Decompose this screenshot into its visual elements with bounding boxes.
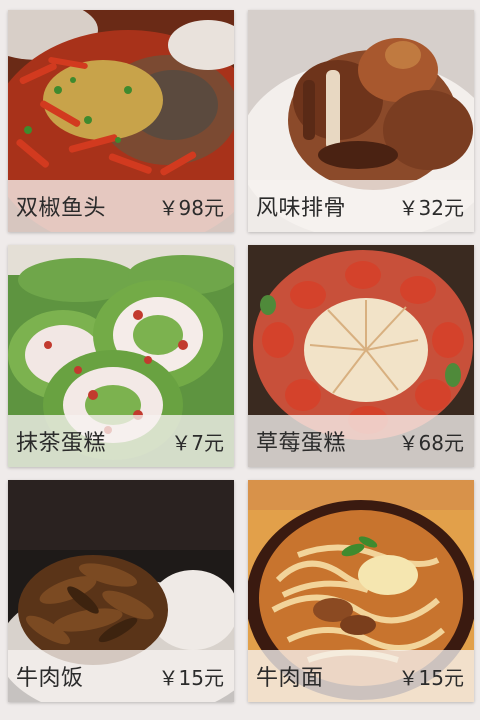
menu-item-price: ￥68元 [398, 430, 464, 455]
menu-item-card[interactable]: 牛肉饭 ￥15元 [8, 480, 234, 702]
menu-item-name: 牛肉面 [256, 666, 324, 691]
menu-item-price: ￥32元 [398, 195, 464, 220]
menu-item-name: 抹茶蛋糕 [16, 431, 107, 456]
menu-item-name: 风味排骨 [256, 196, 347, 221]
menu-item-name: 草莓蛋糕 [256, 431, 347, 456]
menu-item-caption: 草莓蛋糕 ￥68元 [248, 415, 474, 467]
menu-item-caption: 双椒鱼头 ￥98元 [8, 180, 234, 232]
menu-item-caption: 抹茶蛋糕 ￥7元 [8, 415, 234, 467]
menu-grid: 双椒鱼头 ￥98元 风味排骨 ￥32元 抹茶蛋糕 ￥7元 草莓蛋糕 ￥68元 牛… [0, 0, 480, 720]
menu-item-price: ￥98元 [158, 195, 224, 220]
menu-item-card[interactable]: 草莓蛋糕 ￥68元 [248, 245, 474, 467]
menu-item-name: 牛肉饭 [16, 666, 84, 691]
menu-item-price: ￥15元 [398, 665, 464, 690]
menu-item-price: ￥7元 [171, 430, 224, 455]
menu-item-caption: 风味排骨 ￥32元 [248, 180, 474, 232]
menu-item-card[interactable]: 抹茶蛋糕 ￥7元 [8, 245, 234, 467]
menu-item-card[interactable]: 牛肉面 ￥15元 [248, 480, 474, 702]
menu-item-card[interactable]: 双椒鱼头 ￥98元 [8, 10, 234, 232]
menu-item-price: ￥15元 [158, 665, 224, 690]
menu-item-caption: 牛肉面 ￥15元 [248, 650, 474, 702]
menu-item-caption: 牛肉饭 ￥15元 [8, 650, 234, 702]
menu-item-card[interactable]: 风味排骨 ￥32元 [248, 10, 474, 232]
menu-item-name: 双椒鱼头 [16, 196, 107, 221]
